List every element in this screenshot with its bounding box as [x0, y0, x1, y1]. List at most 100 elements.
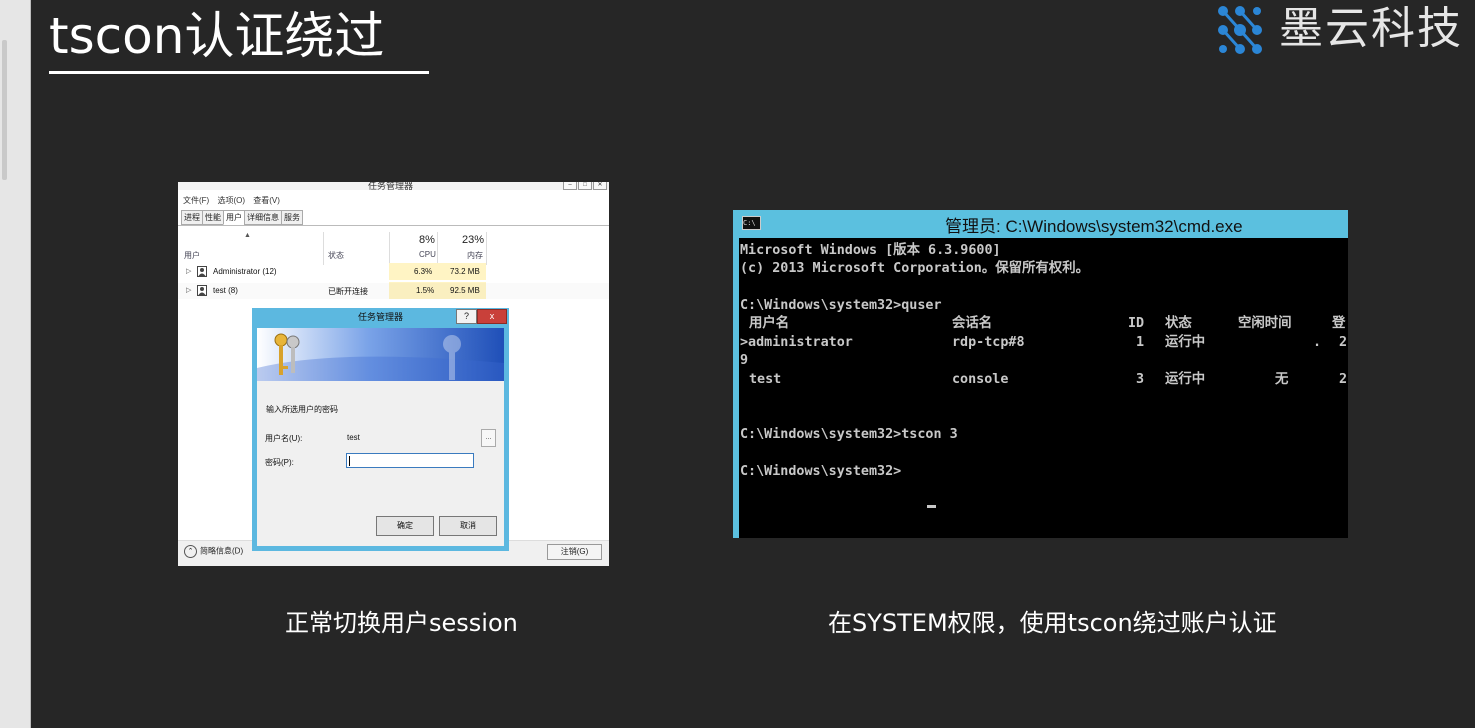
tm-window-buttons: – □ ✕ — [562, 182, 607, 190]
quser-state: 运行中 — [1165, 372, 1206, 387]
slide-panel-strip — [0, 0, 31, 728]
keys-banner-icon — [257, 328, 504, 381]
close-icon[interactable]: ✕ — [593, 182, 607, 190]
console-line: Microsoft Windows [版本 6.3.9600] — [740, 243, 1001, 258]
cancel-button[interactable]: 取消 — [439, 516, 497, 536]
expand-icon[interactable]: ▷ — [186, 267, 191, 275]
tm-titlebar: 任务管理器 – □ ✕ — [178, 182, 609, 191]
scrollbar-thumb[interactable] — [2, 40, 7, 180]
quser-idle: . — [1313, 335, 1322, 350]
fewer-details-label: 简略信息(D) — [200, 546, 244, 556]
quser-state: 运行中 — [1165, 335, 1206, 350]
col-separator — [389, 232, 390, 265]
col-separator — [437, 232, 438, 265]
quser-header-logon: 登 — [1332, 316, 1346, 331]
fewer-details-button[interactable]: ⌃ 简略信息(D) — [184, 545, 243, 558]
user-name: test (8) — [213, 286, 238, 295]
quser-header-user: 用户名 — [749, 316, 790, 331]
maximize-icon[interactable]: □ — [578, 182, 592, 190]
table-row[interactable]: ▷ Administrator (12) 6.3% 73.2 MB — [178, 264, 609, 280]
text-caret — [349, 456, 350, 466]
console-line: C:\Windows\system32> — [740, 464, 902, 479]
quser-logon: 2 — [1339, 372, 1348, 387]
quser-session: console — [952, 372, 1009, 387]
caption-left: 正常切换用户session — [285, 609, 518, 637]
quser-header-state: 状态 — [1165, 316, 1192, 331]
cpu-total: 8% — [419, 234, 435, 246]
quser-user: test — [749, 372, 782, 387]
quser-id: 1 — [1136, 335, 1145, 350]
tm-title: 任务管理器 — [368, 182, 414, 191]
slide: tscon认证绕过 墨云科技 任务管理器 – □ ✕ 文件(F) 选项(O) 查… — [31, 0, 1475, 728]
quser-header-id: ID — [1128, 316, 1145, 331]
password-label: 密码(P): — [265, 458, 294, 467]
quser-header-idle: 空闲时间 — [1238, 316, 1292, 331]
dialog-body: 输入所选用户的密码 用户名(U): test ... 密码(P): 确定 取消 — [257, 328, 504, 546]
username-label: 用户名(U): — [265, 434, 303, 443]
expand-icon[interactable]: ▷ — [186, 286, 191, 294]
quser-header-session: 会话名 — [952, 316, 993, 331]
password-dialog: 任务管理器 ? x 输入所选用户的密码 用户名(U): test ... 密码(… — [252, 308, 509, 551]
col-cpu[interactable]: CPU — [419, 250, 436, 259]
tab-details[interactable]: 详细信息 — [244, 210, 282, 225]
console-line: (c) 2013 Microsoft Corporation。保留所有权利。 — [740, 261, 1089, 276]
cmd-window-screenshot: C:\ 管理员: C:\Windows\system32\cmd.exe Mic… — [733, 210, 1348, 538]
chevron-up-icon: ⌃ — [184, 545, 197, 558]
tab-users[interactable]: 用户 — [223, 210, 245, 225]
user-mem: 73.2 MB — [450, 267, 480, 276]
user-icon — [197, 266, 207, 277]
minimize-icon[interactable]: – — [563, 182, 577, 190]
menu-file[interactable]: 文件(F) — [183, 196, 209, 205]
logo-mark-icon — [1218, 6, 1262, 54]
tab-services[interactable]: 服务 — [281, 210, 303, 225]
quser-session: rdp-tcp#8 — [952, 335, 1025, 350]
console-line: C:\Windows\system32>tscon 3 — [740, 427, 958, 442]
task-manager-screenshot: 任务管理器 – □ ✕ 文件(F) 选项(O) 查看(V) 进程 性能 用户 详细信息 服务… — [178, 182, 609, 566]
col-mem[interactable]: 内存 — [467, 250, 483, 261]
ok-button[interactable]: 确定 — [376, 516, 434, 536]
cmd-title: 管理员: C:\Windows\system32\cmd.exe — [945, 217, 1243, 236]
company-logo: 墨云科技 — [1213, 0, 1475, 60]
user-cpu: 6.3% — [414, 267, 433, 276]
quser-logon: 2 — [1339, 335, 1348, 350]
quser-user: >administrator — [740, 335, 853, 350]
password-input[interactable] — [346, 453, 474, 468]
slide-title: tscon认证绕过 — [49, 7, 385, 65]
tm-menubar: 文件(F) 选项(O) 查看(V) — [183, 195, 286, 206]
menu-view[interactable]: 查看(V) — [253, 196, 280, 205]
mem-total: 23% — [462, 234, 485, 246]
cmd-titlebar: C:\ 管理员: C:\Windows\system32\cmd.exe — [733, 210, 1348, 238]
browse-button[interactable]: ... — [481, 429, 496, 447]
dialog-close-button[interactable]: x — [477, 309, 507, 324]
col-separator — [323, 232, 324, 265]
help-button[interactable]: ? — [456, 309, 477, 324]
user-mem: 92.5 MB — [450, 286, 480, 295]
caption-right: 在SYSTEM权限，使用tscon绕过账户认证 — [828, 609, 1277, 637]
console-cursor — [927, 505, 936, 508]
col-user[interactable]: 用户 — [184, 250, 200, 261]
logoff-button[interactable]: 注销(G) — [547, 544, 602, 560]
user-status: 已断开连接 — [328, 287, 368, 296]
user-icon — [197, 285, 207, 296]
user-cpu: 1.5% — [416, 286, 435, 295]
col-separator — [486, 232, 487, 265]
user-name: Administrator (12) — [213, 267, 277, 276]
menu-options[interactable]: 选项(O) — [217, 196, 245, 205]
quser-idle: 无 — [1275, 372, 1289, 387]
dialog-prompt: 输入所选用户的密码 — [266, 405, 338, 414]
sort-caret-icon: ▲ — [244, 232, 251, 239]
tm-tabs: 进程 性能 用户 详细信息 服务 — [181, 210, 303, 225]
console-line: C:\Windows\system32>quser — [740, 298, 942, 313]
console-line: 9 — [740, 353, 749, 368]
cmd-console[interactable]: Microsoft Windows [版本 6.3.9600] (c) 2013… — [739, 238, 1348, 538]
tab-performance[interactable]: 性能 — [202, 210, 224, 225]
username-value: test — [347, 433, 360, 442]
cmd-app-icon: C:\ — [742, 216, 761, 230]
tab-processes[interactable]: 进程 — [181, 210, 203, 225]
quser-id: 3 — [1136, 372, 1145, 387]
col-status[interactable]: 状态 — [328, 250, 344, 261]
table-row[interactable]: ▷ test (8) 已断开连接 1.5% 92.5 MB — [178, 283, 609, 299]
logo-text: 墨云科技 — [1279, 3, 1463, 54]
tm-divider — [178, 225, 609, 226]
title-underline — [49, 71, 429, 74]
